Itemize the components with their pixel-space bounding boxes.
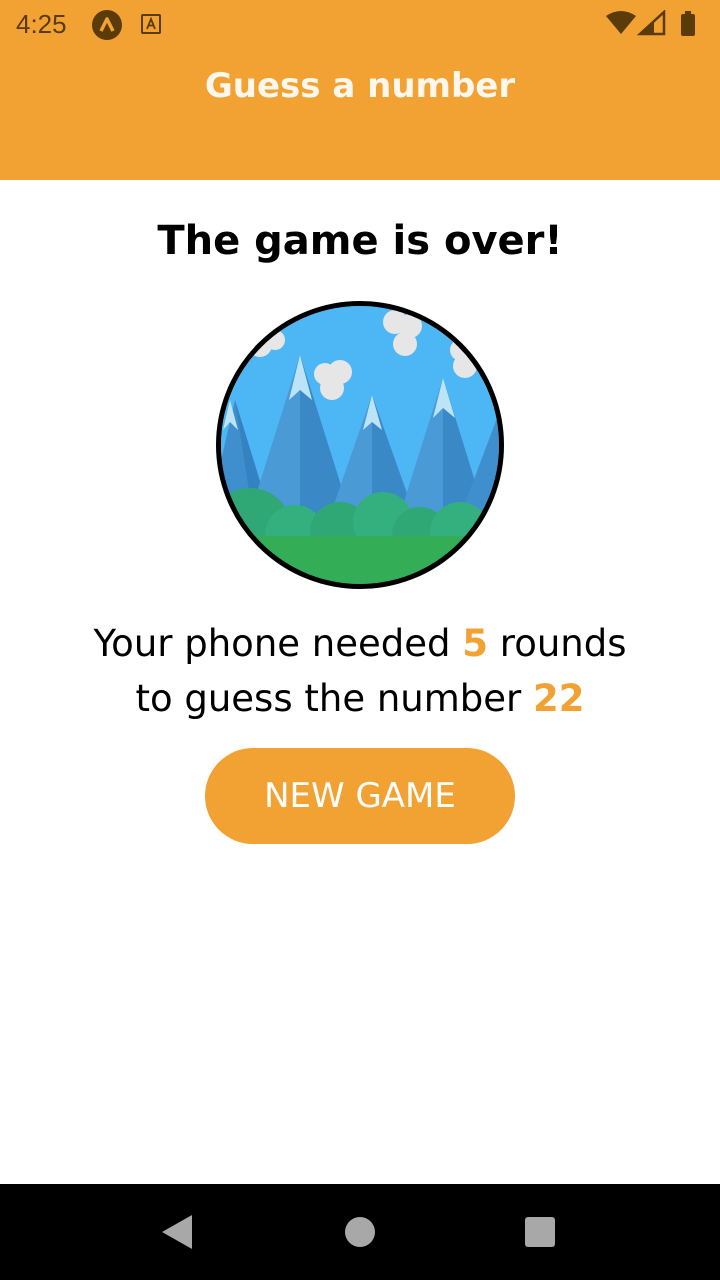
summary-text-2: rounds — [488, 622, 627, 665]
back-icon[interactable] — [162, 1215, 192, 1249]
game-over-content: The game is over! Your phone needed 5 ro… — [0, 180, 720, 1184]
wifi-icon — [606, 11, 636, 34]
game-over-screen: 4:25 Guess a number The game is over! Yo… — [0, 0, 720, 1280]
status-bar: 4:25 — [0, 0, 720, 50]
game-over-title: The game is over! — [157, 218, 563, 264]
status-time: 4:25 — [16, 9, 67, 39]
guessed-number: 22 — [533, 677, 585, 720]
result-summary: Your phone needed 5 rounds to guess the … — [0, 616, 720, 726]
cell-signal-icon — [636, 9, 666, 36]
rounds-count: 5 — [462, 622, 489, 665]
summary-text-1: Your phone needed — [93, 622, 463, 665]
status-icons — [606, 9, 706, 40]
navigation-bar — [0, 1184, 720, 1280]
success-image — [215, 300, 505, 590]
app-notification-icon — [92, 10, 122, 40]
app-bar: 4:25 Guess a number — [0, 0, 720, 180]
summary-text-3: to guess the number — [135, 677, 534, 720]
battery-icon — [681, 11, 695, 36]
new-game-button[interactable]: NEW GAME — [205, 748, 515, 844]
home-icon[interactable] — [345, 1217, 375, 1247]
accessibility-icon — [141, 14, 161, 34]
recents-icon[interactable] — [525, 1217, 555, 1247]
app-title: Guess a number — [204, 66, 516, 106]
